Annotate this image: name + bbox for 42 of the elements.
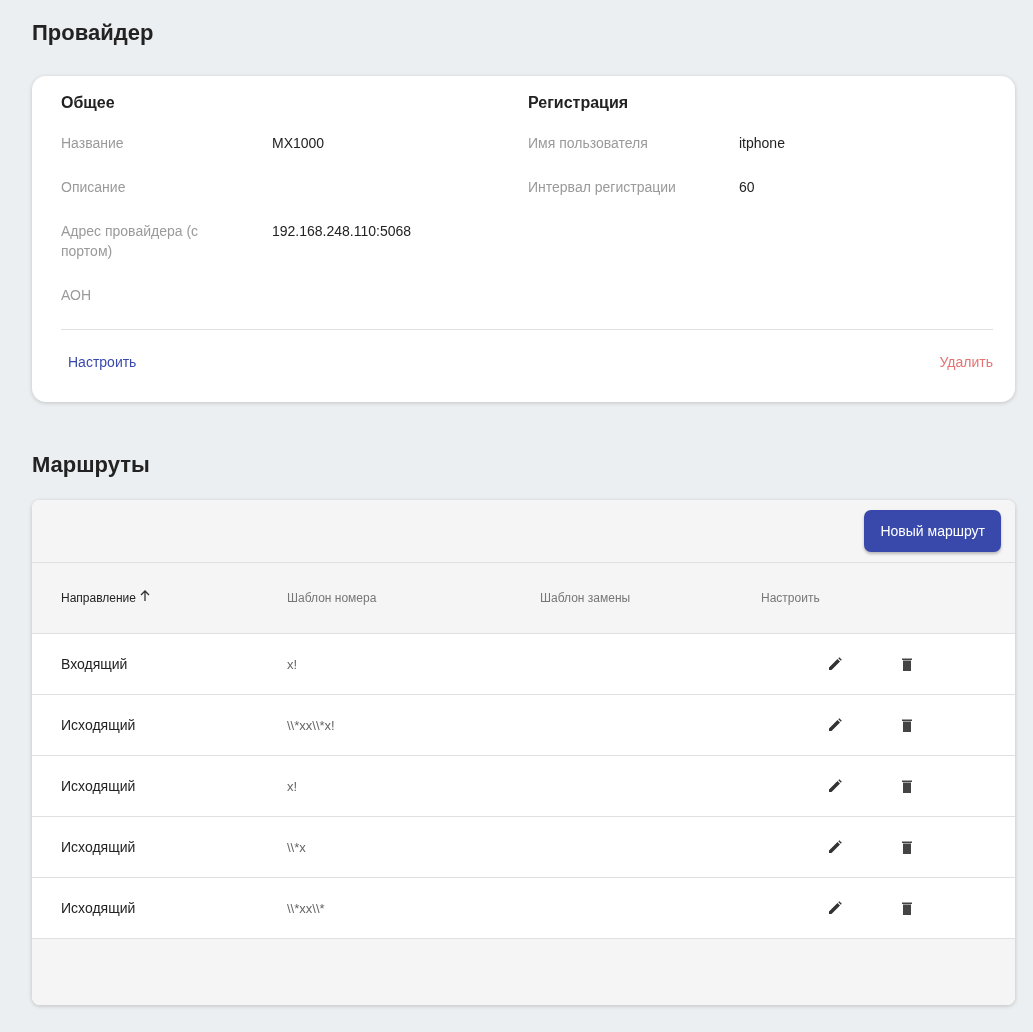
group-title: Регистрация	[528, 94, 630, 112]
section-title: Провайдер	[32, 20, 155, 46]
table-cell: Исходящий	[61, 717, 136, 733]
table-cell: Исходящий	[61, 778, 136, 794]
configure-button[interactable]: Настроить	[68, 348, 137, 376]
sort-arrow-icon[interactable]	[139, 590, 150, 602]
table-cell: \\*xx\\*x!	[287, 717, 335, 733]
column-header[interactable]: Направление	[61, 591, 136, 605]
edit-icon[interactable]	[828, 779, 842, 793]
new-route-button[interactable]: Новый маршрут	[864, 510, 1001, 552]
table-cell: Входящий	[61, 656, 128, 672]
table-cell: \\*x	[287, 839, 306, 855]
edit-icon[interactable]	[828, 840, 842, 854]
edit-icon[interactable]	[828, 718, 842, 732]
delete-icon[interactable]	[902, 840, 912, 854]
field-label: Название	[61, 134, 125, 153]
table-cell: Исходящий	[61, 839, 136, 855]
field-value: 192.168.248.110:5068	[272, 222, 412, 241]
field-label: Имя пользователя	[528, 134, 649, 153]
table-cell: Исходящий	[61, 900, 136, 916]
table-cell: x!	[287, 778, 298, 794]
field-value: 60	[739, 178, 755, 197]
field-value: MX1000	[272, 134, 325, 153]
field-label: АОН	[61, 286, 93, 305]
delete-icon[interactable]	[902, 657, 912, 671]
field-label: Описание	[61, 178, 127, 197]
edit-icon[interactable]	[828, 901, 842, 915]
table-cell: x!	[287, 656, 298, 672]
field-value: itphone	[739, 134, 785, 153]
delete-button[interactable]: Удалить	[939, 348, 993, 376]
column-header[interactable]: Настроить	[761, 591, 820, 605]
field-label: Адрес провайдера (с портом)	[61, 222, 200, 261]
delete-icon[interactable]	[902, 901, 912, 915]
column-header[interactable]: Шаблон замены	[540, 591, 631, 605]
group-title: Общее	[61, 94, 116, 112]
section-title: Маршруты	[32, 452, 151, 478]
table-cell: \\*xx\\*	[287, 900, 325, 916]
field-label: Интервал регистрации	[528, 178, 677, 197]
delete-icon[interactable]	[902, 718, 912, 732]
delete-icon[interactable]	[902, 779, 912, 793]
column-header[interactable]: Шаблон номера	[287, 591, 377, 605]
edit-icon[interactable]	[828, 657, 842, 671]
